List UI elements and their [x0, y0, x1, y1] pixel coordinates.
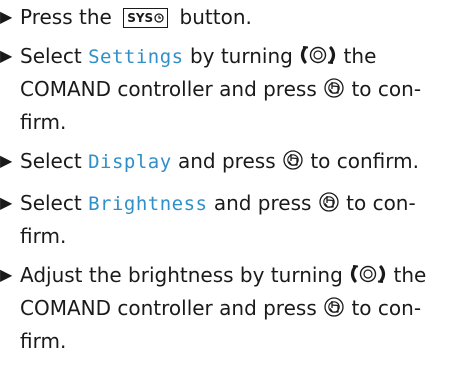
press-controller-icon	[323, 296, 345, 326]
instruction-steps: ▶ Press the SYS button. ▶ Select Setting…	[0, 2, 464, 365]
press-controller-icon	[323, 77, 345, 107]
bullet-arrow-icon: ▶	[0, 265, 13, 284]
step-2-text-b: by turning	[189, 44, 293, 68]
sys-button-icon: SYS	[123, 8, 169, 28]
step-3: ▶ Select Display and press to confirm.	[0, 146, 464, 179]
bullet-arrow-icon: ▶	[0, 151, 13, 170]
press-controller-icon	[318, 191, 340, 221]
display-display-text: Display	[88, 151, 172, 173]
sys-button-label: SYS	[127, 11, 154, 25]
step-1: ▶ Press the SYS button.	[0, 2, 464, 32]
bullet-arrow-icon: ▶	[0, 46, 13, 65]
step-4-text-c: to con-	[346, 191, 416, 215]
step-4-text-b: and press	[213, 191, 312, 215]
brightness-display-text: Brightness	[88, 193, 208, 215]
turn-controller-icon	[299, 44, 337, 74]
bullet-arrow-icon: ▶	[0, 7, 13, 26]
step-1-text: Press the SYS button.	[20, 2, 464, 32]
step-2-text-d: to con-	[351, 77, 422, 101]
step-4-text: Select Brightness and press to con- firm…	[20, 188, 464, 251]
turn-controller-icon	[349, 263, 387, 293]
step-2-text: Select Settings by turning the COMAND co…	[20, 41, 464, 137]
step-3-text-c: to confirm.	[310, 149, 419, 173]
step-4-text-a: Select	[20, 191, 82, 215]
step-5: ▶ Adjust the brightness by turning the C…	[0, 260, 464, 356]
step-3-text-b: and press	[178, 149, 276, 173]
settings-display-text: Settings	[88, 46, 184, 68]
step-2: ▶ Select Settings by turning the COMAND …	[0, 41, 464, 137]
step-5-text-a: Adjust the brightness by turning	[20, 263, 343, 287]
step-2-text-e: firm.	[20, 110, 67, 134]
step-2-text-a: Select	[20, 44, 82, 68]
step-3-text: Select Display and press to confirm.	[20, 146, 464, 179]
press-controller-icon	[282, 149, 304, 179]
step-1-text-b: button.	[179, 5, 252, 29]
step-5-text: Adjust the brightness by turning the COM…	[20, 260, 464, 356]
step-3-text-a: Select	[20, 149, 82, 173]
bullet-arrow-icon: ▶	[0, 193, 13, 212]
step-4-text-d: firm.	[20, 224, 67, 248]
step-5-text-c: to con-	[351, 296, 422, 320]
step-5-text-d: firm.	[20, 329, 67, 353]
clock-icon	[154, 13, 164, 23]
step-1-text-a: Press the	[20, 5, 112, 29]
step-4: ▶ Select Brightness and press to con- fi…	[0, 188, 464, 251]
